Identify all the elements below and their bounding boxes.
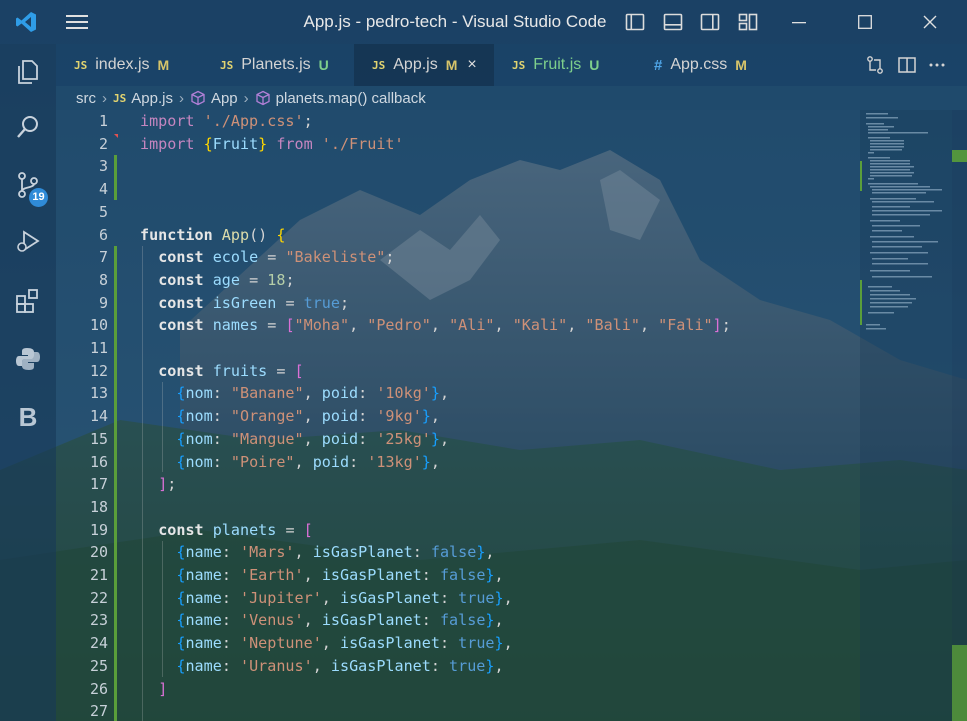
code-line: {name: 'Venus', isGasPlanet: false}, (176, 611, 504, 630)
close-window-icon[interactable] (915, 0, 945, 44)
hamburger-menu-icon[interactable] (62, 0, 92, 44)
breadcrumb-separator: › (178, 89, 184, 107)
code-line: ]; (158, 475, 177, 494)
vscode-logo-icon (12, 0, 40, 44)
scrollbar-change-marker (952, 645, 967, 721)
code-line: const planets = [ (158, 520, 313, 539)
code-editor[interactable]: 1 2 3 4 5 6 7 8 9 10 11 12 13 14 15 16 17 18 19 20 21 22 23 24 2… (56, 110, 967, 721)
tab-label: App.css (670, 56, 728, 73)
b-extension-icon[interactable]: B (0, 394, 56, 440)
explorer-icon[interactable] (0, 49, 56, 95)
tab-planets-js[interactable]: JS Planets.js U (202, 44, 354, 86)
js-file-icon: JS (220, 58, 234, 72)
tab-status-untracked: U (318, 57, 329, 73)
source-control-badge: 19 (29, 188, 48, 207)
code-line: {name: 'Neptune', isGasPlanet: true}, (176, 634, 513, 653)
css-file-icon: # (654, 56, 663, 74)
toggle-primary-sidebar-icon[interactable] (622, 0, 648, 44)
tab-label: index.js (95, 56, 150, 73)
breadcrumb-symbol-callback[interactable]: planets.map() callback (276, 90, 426, 107)
extensions-icon[interactable] (0, 278, 56, 324)
b-letter-label: B (18, 401, 38, 432)
code-line: {nom: "Banane", poid: '10kg'}, (176, 384, 450, 403)
code-area[interactable]: import './App.css'; import {Fruit} from … (56, 110, 856, 721)
tab-label: App.js (393, 56, 438, 73)
symbol-method-icon (190, 90, 206, 106)
breadcrumb-separator: › (243, 89, 249, 107)
minimap[interactable] (860, 110, 952, 721)
code-line: {name: 'Jupiter', isGasPlanet: true}, (176, 588, 513, 607)
js-file-icon: JS (113, 91, 127, 105)
title-bar: App.js - pedro-tech - Visual Studio Code (0, 0, 967, 44)
vscode-window: App.js - pedro-tech - Visual Studio Code (0, 0, 967, 721)
code-line: const ecole = "Bakeliste"; (158, 248, 395, 267)
code-line: {name: 'Uranus', isGasPlanet: true}, (176, 656, 504, 675)
split-editor-icon[interactable] (894, 44, 920, 86)
editor-tab-bar: JS index.js M JS Planets.js U JS App.js … (56, 44, 967, 86)
window-title: App.js - pedro-tech - Visual Studio Code (303, 12, 607, 31)
run-debug-icon[interactable] (0, 218, 56, 264)
js-file-icon: JS (512, 58, 526, 72)
code-line: import './App.css'; (140, 112, 313, 130)
search-icon[interactable] (0, 104, 56, 150)
code-line: import {Fruit} from './Fruit' (140, 134, 404, 153)
tab-fruit-js[interactable]: JS Fruit.js U (494, 44, 636, 86)
open-changes-icon[interactable] (862, 44, 888, 86)
js-file-icon: JS (372, 58, 386, 72)
js-file-icon: JS (74, 58, 88, 72)
tab-label: Planets.js (241, 56, 311, 73)
tab-app-css[interactable]: # App.css M (636, 44, 762, 86)
code-line: {nom: "Mangue", poid: '25kg'}, (176, 429, 450, 448)
breadcrumb-separator: › (102, 89, 107, 107)
symbol-method-icon (255, 90, 271, 106)
tab-status-modified: M (157, 57, 170, 73)
tab-app-js[interactable]: JS App.js M × (354, 44, 494, 86)
breadcrumb: src › JS App.js › App › planets.map() ca… (56, 86, 967, 110)
tab-status-modified: M (445, 57, 458, 73)
scrollbar-change-marker (952, 150, 967, 162)
code-line: ] (158, 679, 168, 698)
code-line: {name: 'Mars', isGasPlanet: false}, (176, 543, 495, 562)
tab-index-js[interactable]: JS index.js M (56, 44, 202, 86)
code-line: const names = ["Moha", "Pedro", "Ali", "… (158, 316, 731, 335)
close-tab-icon[interactable]: × (467, 56, 476, 74)
customize-layout-icon[interactable] (735, 0, 761, 44)
vertical-scrollbar[interactable] (952, 110, 967, 721)
code-line: const isGreen = true; (158, 293, 350, 312)
breadcrumb-symbol-app[interactable]: App (211, 90, 238, 107)
tab-label: Fruit.js (533, 56, 582, 73)
more-actions-icon[interactable] (924, 44, 950, 86)
code-line: const age = 18; (158, 270, 295, 289)
source-control-icon[interactable] (0, 162, 56, 208)
code-line: {nom: "Orange", poid: '9kg'}, (176, 407, 440, 426)
toggle-secondary-sidebar-icon[interactable] (697, 0, 723, 44)
breadcrumb-folder[interactable]: src (76, 90, 96, 107)
minimize-icon[interactable] (784, 0, 814, 44)
breadcrumb-file[interactable]: App.js (131, 90, 173, 107)
code-line: {name: 'Earth', isGasPlanet: false}, (176, 566, 504, 584)
activity-bar: 19 B (0, 44, 56, 721)
maximize-icon[interactable] (850, 0, 880, 44)
tab-status-modified: M (735, 57, 747, 73)
tab-status-untracked: U (589, 57, 600, 73)
python-icon[interactable] (0, 336, 56, 382)
code-line: {nom: "Poire", poid: '13kg'}, (176, 452, 440, 471)
code-line: function App() { (140, 225, 286, 244)
code-line: const fruits = [ (158, 361, 304, 380)
toggle-panel-icon[interactable] (660, 0, 686, 44)
